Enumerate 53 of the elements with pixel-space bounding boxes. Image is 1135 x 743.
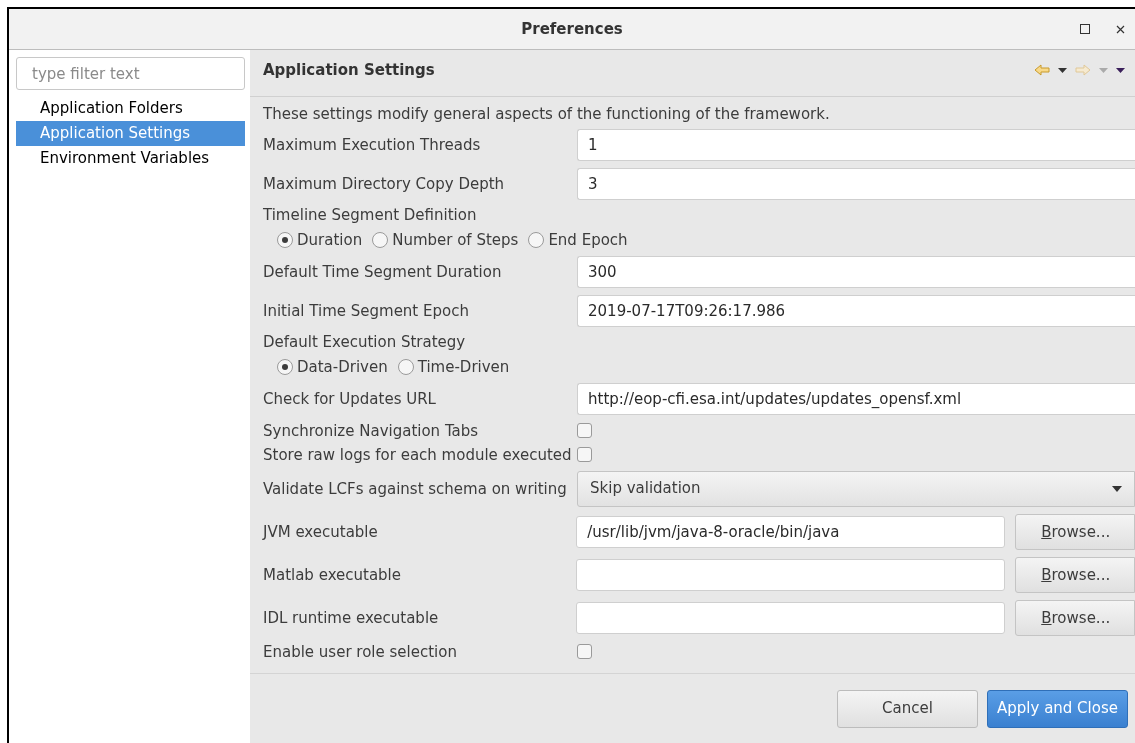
setting-label: Maximum Execution Threads bbox=[263, 136, 481, 154]
setting-label: Check for Updates URL bbox=[263, 390, 436, 408]
page-title: Application Settings bbox=[263, 60, 435, 81]
setting-label: Matlab executable bbox=[263, 566, 402, 584]
caret-icon bbox=[1112, 485, 1122, 492]
setting-label: Initial Time Segment Epoch bbox=[263, 302, 469, 320]
setting-label: Validate LCFs against schema on writing bbox=[263, 479, 567, 498]
text-field[interactable]: 1 bbox=[577, 129, 1135, 161]
text-field[interactable]: /usr/lib/jvm/java-8-oracle/bin/java bbox=[576, 516, 1006, 548]
text-field[interactable]: 2019-07-17T09:26:17.986 bbox=[577, 295, 1135, 327]
radio-label: Duration bbox=[297, 230, 363, 251]
sidebar-item[interactable]: Application Folders bbox=[16, 96, 245, 121]
setting-label: Default Time Segment Duration bbox=[263, 263, 502, 281]
menu-caret-icon[interactable] bbox=[1116, 67, 1125, 73]
radio-label: Data-Driven bbox=[297, 357, 388, 378]
close-icon[interactable] bbox=[1116, 24, 1125, 34]
radio-button[interactable] bbox=[277, 359, 293, 376]
forward-arrow-icon[interactable] bbox=[1075, 64, 1091, 76]
radio-button[interactable] bbox=[397, 359, 414, 376]
setting-label: Synchronize Navigation Tabs bbox=[263, 421, 479, 440]
back-arrow-icon[interactable] bbox=[1034, 64, 1050, 76]
browse-button[interactable]: Browse... bbox=[1015, 557, 1135, 593]
text-field[interactable] bbox=[576, 602, 1006, 634]
sidebar-item[interactable]: Environment Variables bbox=[16, 146, 245, 171]
maximize-icon[interactable] bbox=[1080, 24, 1090, 34]
text-field[interactable] bbox=[576, 559, 1006, 591]
setting-label: IDL runtime executable bbox=[263, 609, 439, 627]
radio-button[interactable] bbox=[277, 232, 293, 249]
checkbox[interactable] bbox=[577, 644, 592, 659]
text-field[interactable]: 3 bbox=[577, 168, 1135, 200]
text-field[interactable]: http://eop-cfi.esa.int/updates/updates_opensf.xml bbox=[577, 383, 1135, 415]
setting-label: JVM executable bbox=[263, 523, 378, 541]
radio-label: Time-Driven bbox=[417, 357, 510, 378]
checkbox[interactable] bbox=[577, 447, 592, 462]
setting-label: Default Execution Strategy bbox=[263, 331, 467, 353]
cancel-button[interactable]: Cancel bbox=[837, 689, 978, 728]
radio-button[interactable] bbox=[372, 232, 389, 249]
radio-label: End Epoch bbox=[548, 230, 628, 251]
browse-button[interactable]: Browse... bbox=[1015, 600, 1135, 636]
setting-label: Timeline Segment Definition bbox=[263, 204, 478, 226]
dropdown[interactable]: Skip validation bbox=[577, 470, 1135, 507]
radio-button[interactable] bbox=[528, 232, 545, 249]
window-title: Preferences bbox=[521, 18, 623, 40]
text-field[interactable]: 300 bbox=[577, 256, 1135, 288]
description-text: These settings modify general aspects of the functioning of the framework. bbox=[263, 104, 831, 125]
setting-label: Enable user role selection bbox=[263, 642, 457, 661]
radio-label: Number of Steps bbox=[392, 230, 519, 251]
setting-label: Store raw logs for each module executed bbox=[263, 445, 572, 464]
checkbox[interactable] bbox=[577, 423, 592, 438]
filter-field[interactable]: type filter text bbox=[16, 57, 245, 90]
setting-label: Maximum Directory Copy Depth bbox=[263, 175, 505, 193]
caret-icon[interactable] bbox=[1058, 67, 1067, 73]
browse-button[interactable]: Browse... bbox=[1015, 514, 1135, 550]
